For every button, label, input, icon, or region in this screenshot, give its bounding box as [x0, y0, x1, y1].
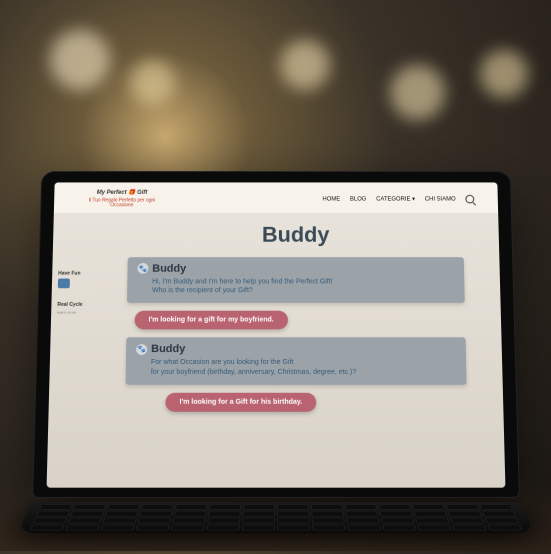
- bot-name: Buddy: [151, 344, 185, 356]
- logo[interactable]: My Perfect 🎁 Gift Il Tuo Regalo Perfetto…: [77, 190, 166, 209]
- page-title: Buddy: [261, 222, 329, 247]
- keyboard: [17, 502, 533, 533]
- search-icon[interactable]: [465, 195, 474, 204]
- side-item-1[interactable]: Have Fun: [57, 270, 82, 287]
- nav-home[interactable]: HOME: [322, 197, 340, 203]
- nav-chisiamo[interactable]: CHI SIAMO: [424, 197, 455, 203]
- chat-thread: 🐾 Buddy Hi, I'm Buddy and I'm here to he…: [125, 257, 467, 412]
- side-links: Have Fun Real Cycle learn more: [57, 270, 83, 314]
- bot-name: Buddy: [152, 263, 186, 275]
- content: Have Fun Real Cycle learn more Buddy 🐾 B…: [46, 213, 505, 488]
- laptop: My Perfect 🎁 Gift Il Tuo Regalo Perfetto…: [30, 171, 521, 553]
- user-message-1: I'm looking for a gift for my boyfriend.: [134, 311, 287, 330]
- screen-frame: My Perfect 🎁 Gift Il Tuo Regalo Perfetto…: [32, 171, 520, 498]
- logo-tagline: Il Tuo Regalo Perfetto per ogni Occasion…: [77, 198, 166, 209]
- gift-icon: [57, 278, 69, 288]
- bot-message-2: 🐾 Buddy For what Occasion are you lookin…: [125, 338, 466, 385]
- nav-blog[interactable]: BLOG: [349, 197, 365, 203]
- user-message-2: I'm looking for a Gift for his birthday.: [165, 393, 316, 412]
- bot-text-1: Hi, I'm Buddy and I'm here to help you f…: [137, 277, 455, 295]
- bot-avatar-icon: 🐾: [136, 344, 147, 355]
- bot-text-2: For what Occasion are you looking for th…: [135, 358, 456, 377]
- bot-message-1: 🐾 Buddy Hi, I'm Buddy and I'm here to he…: [126, 257, 464, 304]
- side-item-2[interactable]: Real Cycle learn more: [57, 302, 82, 315]
- nav-categorie[interactable]: CATEGORIE ▾: [376, 196, 415, 203]
- main-nav: HOME BLOG CATEGORIE ▾ CHI SIAMO: [322, 195, 474, 204]
- header: My Perfect 🎁 Gift Il Tuo Regalo Perfetto…: [53, 182, 497, 212]
- screen: My Perfect 🎁 Gift Il Tuo Regalo Perfetto…: [46, 182, 505, 487]
- bot-avatar-icon: 🐾: [137, 263, 148, 274]
